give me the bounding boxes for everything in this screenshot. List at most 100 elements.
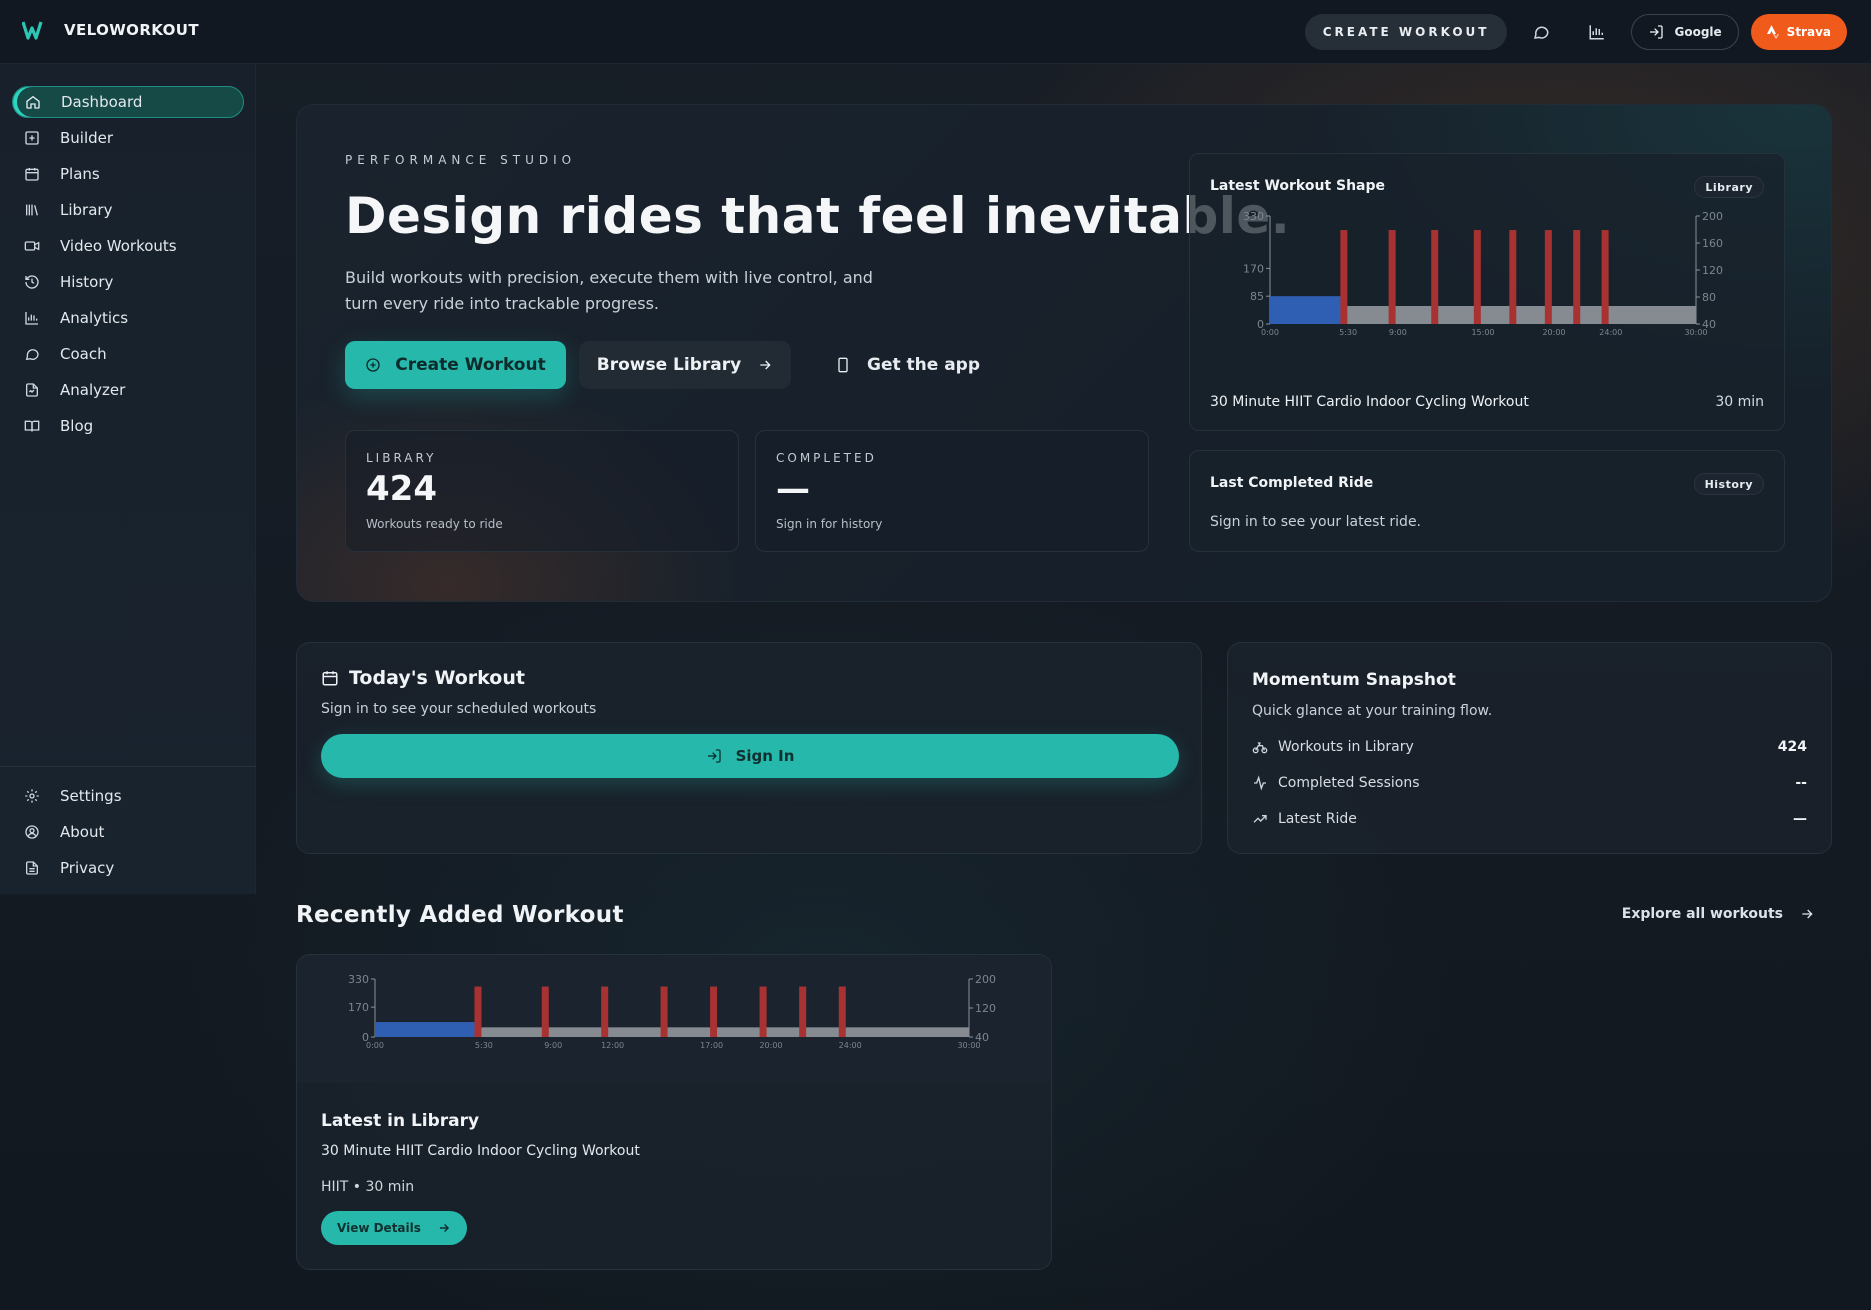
momentum-row-label: Completed Sessions (1278, 775, 1420, 791)
sidebar-item-label: Settings (60, 787, 122, 805)
interval-bar (541, 986, 549, 1037)
workout-duration: 30 min (1715, 394, 1764, 410)
x-tick-label: 5:30 (1339, 328, 1357, 337)
sidebar-item-blog[interactable]: Blog (12, 410, 244, 442)
momentum-snapshot-card: Momentum Snapshot Quick glance at your t… (1227, 642, 1832, 854)
logo-icon (22, 21, 43, 40)
x-tick-label: 12:00 (601, 1041, 624, 1050)
sidebar-item-privacy[interactable]: Privacy (12, 852, 244, 884)
sign-in-label: Sign In (735, 747, 795, 765)
sign-in-button[interactable]: Sign In (321, 734, 1179, 778)
interval-bar (1509, 230, 1517, 324)
sidebar-item-library[interactable]: Library (12, 194, 244, 226)
login-icon (1650, 25, 1664, 39)
x-tick-label: 24:00 (839, 1041, 862, 1050)
y-tick-label-left: 170 (1243, 262, 1264, 275)
plus-circle-icon (366, 358, 380, 372)
phone-icon (838, 357, 848, 373)
sidebar-item-coach[interactable]: Coach (12, 338, 244, 370)
interval-bar (601, 986, 609, 1037)
analytics-icon[interactable] (1575, 14, 1619, 50)
interval-bar (1431, 230, 1439, 324)
stat-label: LIBRARY (366, 451, 437, 465)
sidebar-item-about[interactable]: About (12, 816, 244, 848)
latest-in-library-card[interactable]: 330 170 0 200 120 40 0:00 5:30 9:00 12:00 17:00 20:… (296, 954, 1052, 1270)
momentum-row-label: Latest Ride (1278, 811, 1357, 827)
interval-bar (759, 986, 767, 1037)
sidebar-item-label: History (60, 273, 114, 291)
video-icon (24, 241, 40, 251)
stat-note: Workouts ready to ride (366, 517, 503, 531)
x-tick-label: 20:00 (1542, 328, 1565, 337)
todays-workout-header: Today's Workout (321, 667, 525, 689)
get-app-label: Get the app (867, 355, 981, 375)
sidebar-item-dashboard[interactable]: Dashboard (12, 86, 244, 118)
interval-bar (1573, 230, 1581, 324)
workout-shape-chart: 33017085020016012080400:00 5:30 9:00 15:00 2… (1243, 210, 1723, 337)
arrow-right-icon (439, 1224, 449, 1232)
sidebar-item-analytics[interactable]: Analytics (12, 302, 244, 334)
x-tick-label: 20:00 (759, 1041, 782, 1050)
sidebar-item-label: Analyzer (60, 381, 126, 399)
hero-title: Design rides that feel inevitable. (345, 187, 1291, 245)
sidebar: Dashboard Builder Plans Library Video Wo… (0, 64, 256, 894)
create-workout-top-button[interactable]: CREATE WORKOUT (1304, 14, 1508, 50)
interval-bar (1473, 230, 1481, 324)
sidebar-item-label: Dashboard (61, 93, 143, 111)
sidebar-item-label: Builder (60, 129, 114, 147)
plus-square-icon (25, 131, 39, 145)
segment-bar (475, 1027, 969, 1037)
get-app-button[interactable]: Get the app (835, 341, 980, 389)
sidebar-item-analyzer[interactable]: Analyzer (12, 374, 244, 406)
x-tick-label: 24:00 (1599, 328, 1622, 337)
sidebar-item-settings[interactable]: Settings (12, 780, 244, 812)
calendar-icon (25, 168, 39, 181)
create-workout-label: Create Workout (395, 355, 546, 375)
arrow-right-icon (1802, 909, 1813, 919)
stat-label: COMPLETED (776, 451, 877, 465)
history-pill[interactable]: History (1693, 473, 1764, 495)
google-label: Google (1674, 25, 1722, 39)
latest-workout-shape-panel[interactable]: Latest Workout Shape Library 330 170 85 0 20… (1189, 153, 1785, 431)
panel-title: Last Completed Ride (1210, 475, 1374, 491)
home-icon (26, 95, 40, 109)
interval-bar (838, 986, 846, 1037)
momentum-row-workouts: Workouts in Library 424 (1252, 737, 1807, 757)
google-signin-button[interactable]: Google (1631, 14, 1739, 50)
top-bar: VELOWORKOUT CREATE WORKOUT Google Strava (0, 0, 1871, 64)
card-chart-area: 330 170 0 200 120 40 0:00 5:30 9:00 12:00 17:00 20:… (297, 955, 1051, 1083)
interval-bar (1544, 230, 1552, 324)
sidebar-item-builder[interactable]: Builder (12, 122, 244, 154)
create-workout-button[interactable]: Create Workout (345, 341, 566, 389)
y-tick-label-left: 330 (1243, 210, 1264, 223)
explore-all-workouts-link[interactable]: Explore all workouts (1622, 906, 1815, 922)
momentum-row-latest-ride: Latest Ride — (1252, 809, 1807, 829)
trend-icon (1253, 815, 1267, 823)
sidebar-item-video-workouts[interactable]: Video Workouts (12, 230, 244, 262)
sidebar-item-history[interactable]: History (12, 266, 244, 298)
x-tick-label: 5:30 (475, 1041, 493, 1050)
sidebar-item-plans[interactable]: Plans (12, 158, 244, 190)
interval-bar (1601, 230, 1609, 324)
x-tick-label: 0:00 (1261, 328, 1279, 337)
browse-library-label: Browse Library (596, 355, 742, 375)
strava-signin-button[interactable]: Strava (1750, 14, 1847, 50)
activity-icon (1254, 775, 1266, 791)
arrow-right-icon (760, 360, 771, 370)
momentum-subtitle: Quick glance at your training flow. (1252, 703, 1493, 719)
browse-library-button[interactable]: Browse Library (579, 341, 791, 389)
library-icon (26, 204, 38, 216)
y-tick-label-right: 80 (1702, 291, 1716, 304)
momentum-row-value: -- (1795, 775, 1807, 791)
todays-workout-subtitle: Sign in to see your scheduled workouts (321, 701, 597, 717)
last-completed-ride-panel: Last Completed Ride History Sign in to s… (1189, 450, 1785, 552)
momentum-row-value: — (1793, 811, 1807, 827)
top-actions: CREATE WORKOUT Google Strava (1304, 14, 1847, 50)
library-pill[interactable]: Library (1694, 176, 1764, 198)
chat-icon[interactable] (1519, 14, 1563, 50)
view-details-button[interactable]: View Details (321, 1211, 467, 1245)
brand[interactable]: VELOWORKOUT (22, 20, 199, 40)
sidebar-item-label: Blog (60, 417, 94, 435)
x-tick-label: 30:00 (957, 1041, 980, 1050)
interval-bar (710, 986, 718, 1037)
